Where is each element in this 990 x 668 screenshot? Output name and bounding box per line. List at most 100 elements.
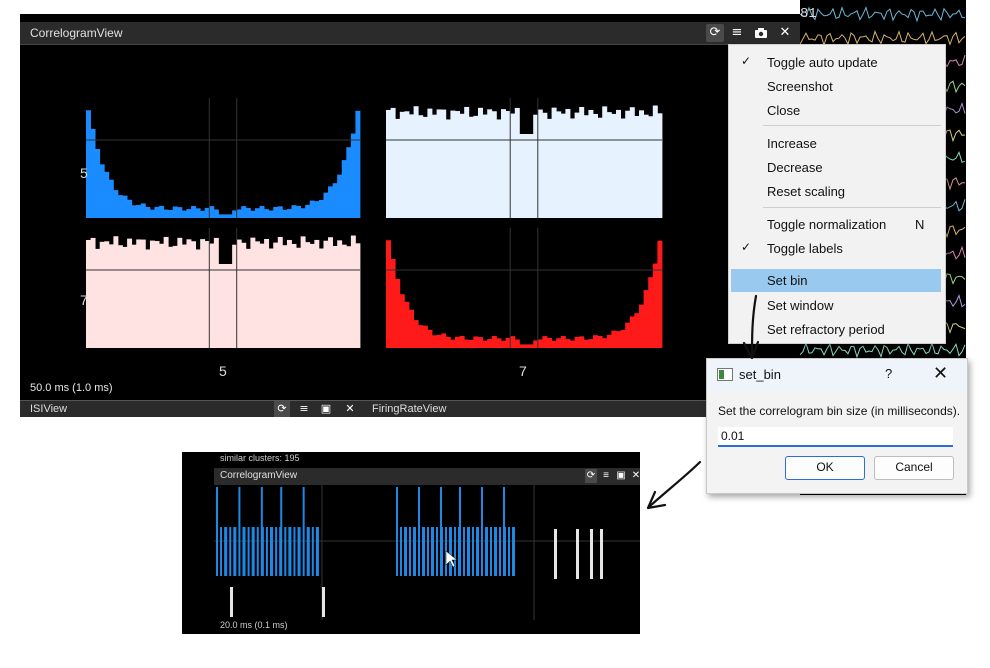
histogram-bar <box>616 109 621 218</box>
histogram-bar <box>524 134 529 218</box>
histogram-bar <box>209 206 215 218</box>
correlogram-titlebar: CorrelogramView ⟳ ≡ ✕ <box>20 22 800 45</box>
histogram-bar <box>350 235 356 348</box>
refresh-icon[interactable]: ⟳ <box>706 24 724 42</box>
menu-item-reset-scaling[interactable]: Reset scaling <box>731 180 941 203</box>
histogram-bar <box>478 107 483 218</box>
histogram-bar <box>422 325 428 348</box>
histogram-bar <box>441 333 447 348</box>
histogram-bar <box>323 192 329 218</box>
menu-item-toggle-normalization[interactable]: Toggle normalization N <box>731 213 941 236</box>
dialog-close-button[interactable]: ✕ <box>933 363 948 384</box>
spike-bar <box>590 529 593 579</box>
histogram-bar <box>213 237 219 348</box>
histogram-bar <box>282 245 288 348</box>
spike-bar <box>513 527 515 576</box>
histogram-bar <box>634 115 640 218</box>
histogram-bar <box>136 239 142 348</box>
spike-bar <box>280 487 283 576</box>
menu-item-set-bin[interactable]: Set bin <box>731 269 941 292</box>
refresh-icon[interactable]: ⟳ <box>585 469 597 483</box>
histogram-bar <box>468 340 474 348</box>
autocorrelogram-7 <box>386 228 663 348</box>
histogram-bar <box>177 207 183 218</box>
histogram-bar <box>131 205 137 218</box>
histogram-bar <box>273 242 279 348</box>
refresh-icon[interactable]: ⟳ <box>274 401 290 417</box>
menu-item-close[interactable]: Close <box>731 99 941 122</box>
close-icon[interactable]: ✕ <box>342 401 358 417</box>
inset-status: 20.0 ms (0.1 ms) <box>220 620 288 630</box>
help-button[interactable]: ? <box>885 366 892 381</box>
histogram-bar <box>337 240 343 348</box>
histogram-bar <box>318 199 324 218</box>
spike-bar <box>490 527 492 576</box>
histogram-bar <box>648 277 654 348</box>
histogram-bar <box>418 325 424 348</box>
histogram-bar <box>195 208 201 218</box>
spike-bar <box>396 487 398 576</box>
menu-item-screenshot[interactable]: Screenshot <box>731 75 941 98</box>
camera-icon[interactable]: ▣ <box>615 469 627 483</box>
histogram-bar <box>218 214 224 218</box>
check-icon: ✓ <box>741 54 752 68</box>
spike-bar <box>459 487 461 576</box>
menu-item-toggle-labels[interactable]: ✓ Toggle labels <box>731 237 941 260</box>
menu-item-set-refractory-period[interactable]: Set refractory period <box>731 318 941 341</box>
histogram-bar <box>496 338 502 348</box>
close-icon[interactable]: ✕ <box>630 469 642 483</box>
histogram-bar <box>606 112 612 218</box>
histogram-bar <box>468 116 474 218</box>
spike-bar <box>481 487 483 576</box>
histogram-bar <box>583 339 589 348</box>
histogram-bar <box>574 112 580 218</box>
histogram-bar <box>551 107 557 218</box>
histogram-bar <box>588 109 594 218</box>
menu-item-decrease[interactable]: Decrease <box>731 156 941 179</box>
histogram-bar <box>625 110 631 218</box>
menu-icon[interactable]: ≡ <box>728 24 746 42</box>
menu-icon[interactable]: ≡ <box>600 469 612 483</box>
close-icon[interactable]: ✕ <box>776 24 794 42</box>
cancel-button[interactable]: Cancel <box>874 456 954 480</box>
histogram-bar <box>291 243 297 348</box>
histogram-bar <box>268 210 274 218</box>
menu-item-increase[interactable]: Increase <box>731 132 941 155</box>
histogram-bar <box>404 301 410 348</box>
histogram-bar <box>227 264 233 348</box>
camera-icon[interactable] <box>752 24 770 42</box>
row-label-7: 7 <box>80 292 88 308</box>
histogram-bar <box>551 340 557 348</box>
menu-icon[interactable]: ≡ <box>296 401 312 417</box>
menu-item-toggle-auto-update[interactable]: ✓ Toggle auto update <box>731 51 941 74</box>
histogram-bar <box>273 206 279 218</box>
histogram-bar <box>305 242 311 348</box>
firing-rate-view-title: FiringRateView <box>372 403 447 415</box>
spike-bar <box>229 527 232 576</box>
menu-item-set-window[interactable]: Set window <box>731 294 941 317</box>
check-icon: ✓ <box>741 240 752 254</box>
row-label-5: 5 <box>80 165 88 181</box>
histogram-bar <box>409 309 414 348</box>
histogram-bar <box>625 322 631 348</box>
histogram-bar <box>445 119 451 218</box>
correlogram-window: CorrelogramView ⟳ ≡ ✕ 5 7 5 7 50.0 ms (1… <box>20 14 800 417</box>
inset-correlogram-plot <box>214 485 640 620</box>
spike-bar <box>454 527 456 576</box>
histogram-bar <box>602 338 608 348</box>
ok-button[interactable]: OK <box>785 456 865 480</box>
histogram-bar <box>282 209 288 218</box>
histogram-bar <box>487 109 493 218</box>
histogram-bar <box>455 336 460 348</box>
bin-size-input[interactable] <box>718 427 953 447</box>
histogram-bar <box>409 114 414 218</box>
histogram-bar <box>168 246 174 348</box>
histogram-bar <box>140 239 146 348</box>
histogram-bar <box>547 118 552 218</box>
histogram-bar <box>616 331 621 348</box>
camera-icon[interactable]: ▣ <box>318 401 334 417</box>
histogram-bar <box>597 335 603 348</box>
histogram-bar <box>542 112 548 218</box>
histogram-bar <box>482 340 488 348</box>
histogram-bar <box>459 335 465 348</box>
